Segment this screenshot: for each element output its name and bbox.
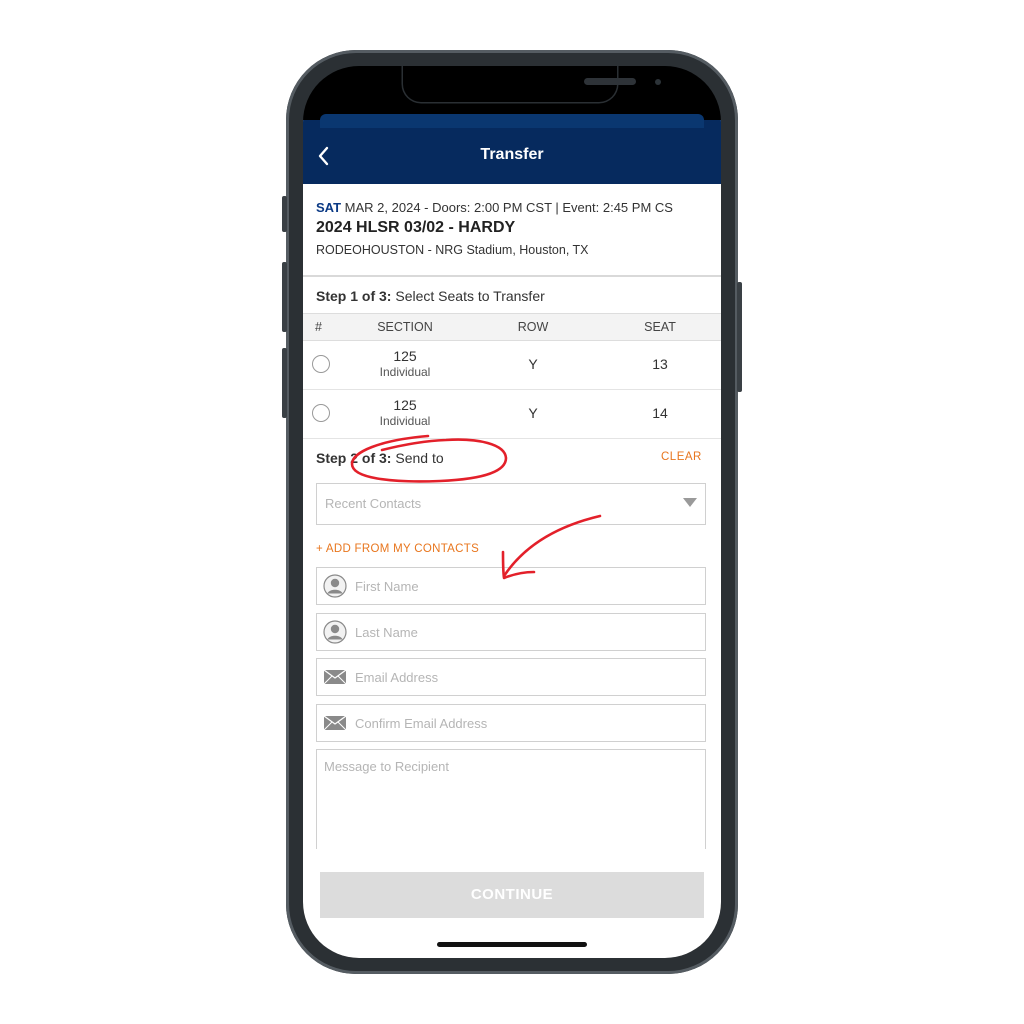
clear-button[interactable]: CLEAR bbox=[661, 451, 702, 463]
seat-section: 125 Individual bbox=[355, 348, 455, 379]
divider bbox=[303, 275, 721, 277]
seat-row[interactable]: 125 Individual Y 13 bbox=[303, 341, 721, 390]
person-icon bbox=[323, 574, 347, 598]
column-header-seat: SEAT bbox=[644, 320, 676, 334]
volume-up-button bbox=[282, 262, 287, 332]
continue-button[interactable]: CONTINUE bbox=[320, 872, 704, 918]
page-title: Transfer bbox=[480, 146, 544, 163]
seat-row-value: Y bbox=[528, 356, 538, 372]
event-title: 2024 HLSR 03/02 - HARDY bbox=[316, 219, 516, 236]
event-date-line: SAT MAR 2, 2024 - Doors: 2:00 PM CST | E… bbox=[316, 200, 709, 215]
camera bbox=[655, 79, 661, 85]
home-indicator bbox=[437, 942, 587, 947]
mute-switch bbox=[282, 196, 287, 232]
seat-row[interactable]: 125 Individual Y 14 bbox=[303, 390, 721, 439]
message-placeholder: Message to Recipient bbox=[324, 759, 450, 774]
step-2-heading: Step 2 of 3: Send to bbox=[316, 450, 444, 466]
step-1-text: Select Seats to Transfer bbox=[395, 288, 545, 304]
step-2-text: Send to bbox=[395, 450, 444, 466]
phone-screen: Transfer SAT MAR 2, 2024 - Doors: 2:00 P… bbox=[303, 66, 721, 958]
section-number: 125 bbox=[393, 397, 417, 413]
email-placeholder: Email Address bbox=[355, 670, 439, 685]
message-textarea[interactable]: Message to Recipient bbox=[316, 749, 706, 849]
header-tab bbox=[320, 114, 704, 128]
email-field[interactable]: Email Address bbox=[316, 658, 706, 696]
last-name-placeholder: Last Name bbox=[355, 625, 418, 640]
column-header-row: ROW bbox=[517, 320, 549, 334]
step-1-heading: Step 1 of 3: Select Seats to Transfer bbox=[316, 288, 545, 304]
last-name-field[interactable]: Last Name bbox=[316, 613, 706, 651]
envelope-icon bbox=[323, 669, 347, 685]
seat-section: 125 Individual bbox=[355, 397, 455, 428]
confirm-email-placeholder: Confirm Email Address bbox=[355, 716, 488, 731]
seat-table-header: # SECTION ROW SEAT bbox=[303, 313, 721, 341]
recent-contacts-placeholder: Recent Contacts bbox=[325, 496, 422, 511]
power-button bbox=[737, 282, 742, 392]
first-name-placeholder: First Name bbox=[355, 579, 419, 594]
event-venue: RODEOHOUSTON - NRG Stadium, Houston, TX bbox=[316, 243, 589, 257]
step-2-label: Step 2 of 3: bbox=[316, 450, 392, 466]
step-1-label: Step 1 of 3: bbox=[316, 288, 392, 304]
transfer-screen: Transfer SAT MAR 2, 2024 - Doors: 2:00 P… bbox=[303, 114, 721, 958]
section-number: 125 bbox=[393, 348, 417, 364]
confirm-email-field[interactable]: Confirm Email Address bbox=[316, 704, 706, 742]
dropdown-arrow-icon bbox=[683, 498, 697, 507]
column-header-section: SECTION bbox=[377, 320, 433, 334]
event-day: SAT bbox=[316, 200, 342, 215]
seat-number: 13 bbox=[652, 356, 668, 372]
ticket-type: Individual bbox=[379, 365, 431, 379]
speaker bbox=[584, 78, 636, 85]
person-icon bbox=[323, 620, 347, 644]
seat-radio[interactable] bbox=[312, 404, 330, 422]
envelope-icon bbox=[323, 715, 347, 731]
event-info: SAT MAR 2, 2024 - Doors: 2:00 PM CST | E… bbox=[316, 200, 716, 257]
notch bbox=[403, 66, 661, 102]
add-from-contacts-link[interactable]: + ADD FROM MY CONTACTS bbox=[316, 543, 479, 555]
column-header-number: # bbox=[315, 320, 322, 334]
header: Transfer bbox=[303, 114, 721, 184]
recent-contacts-select[interactable]: Recent Contacts bbox=[316, 483, 706, 525]
ticket-type: Individual bbox=[379, 414, 431, 428]
volume-down-button bbox=[282, 348, 287, 418]
seat-radio[interactable] bbox=[312, 355, 330, 373]
seat-row-value: Y bbox=[528, 405, 538, 421]
seat-number: 14 bbox=[652, 405, 668, 421]
event-details: MAR 2, 2024 - Doors: 2:00 PM CST | Event… bbox=[344, 200, 673, 215]
first-name-field[interactable]: First Name bbox=[316, 567, 706, 605]
